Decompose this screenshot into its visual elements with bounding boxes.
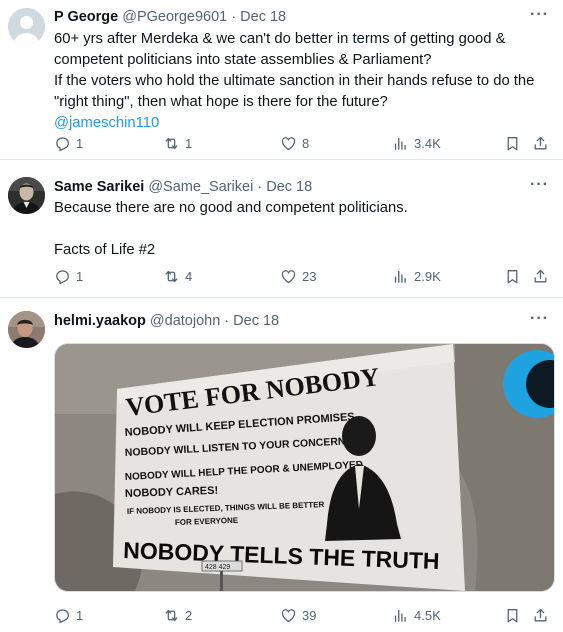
views-icon: [392, 135, 409, 152]
action-bar: 1 1 8 3.4K: [54, 135, 553, 155]
tweet[interactable]: Same Sarikei @Same_Sarikei · Dec 18 ··· …: [0, 160, 563, 298]
like-count: 23: [302, 269, 317, 284]
reply-icon: [54, 268, 71, 285]
more-icon[interactable]: ···: [530, 6, 549, 24]
tweet-text: Because there are no good and competent …: [54, 198, 553, 261]
tweet-header: P George @PGeorge9601 · Dec 18: [54, 8, 553, 26]
tweet-line: If the voters who hold the ultimate sanc…: [54, 73, 535, 89]
like-button[interactable]: 8: [280, 135, 309, 152]
tweet-date[interactable]: Dec 18: [240, 9, 286, 25]
tweet-date[interactable]: Dec 18: [233, 313, 279, 329]
bookmark-icon: [504, 607, 521, 624]
tweet-line: competent politicians into state assembl…: [54, 52, 432, 68]
bookmark-button[interactable]: [504, 268, 521, 285]
more-icon[interactable]: ···: [530, 310, 549, 328]
share-icon: [532, 135, 549, 152]
views-count: 2.9K: [414, 269, 441, 284]
avatar[interactable]: [8, 177, 45, 214]
like-icon: [280, 607, 297, 624]
author-handle[interactable]: @PGeorge9601: [122, 9, 227, 25]
action-bar: 1 2 39 4.5K: [54, 607, 553, 627]
share-button[interactable]: [532, 135, 549, 152]
retweet-count: 4: [185, 269, 193, 284]
tweet-text: 60+ yrs after Merdeka & we can't do bett…: [54, 29, 553, 134]
views-count: 4.5K: [414, 608, 441, 623]
views-icon: [392, 268, 409, 285]
author-handle[interactable]: @datojohn: [150, 313, 220, 329]
tweet-header: helmi.yaakop @datojohn · Dec 18: [54, 312, 553, 330]
bookmark-icon: [504, 268, 521, 285]
share-button[interactable]: [532, 268, 549, 285]
share-button[interactable]: [532, 607, 549, 624]
tweet-line: 60+ yrs after Merdeka & we can't do bett…: [54, 31, 506, 47]
tweet-date[interactable]: Dec 18: [266, 179, 312, 195]
bookmark-icon: [504, 135, 521, 152]
reply-count: 1: [76, 136, 84, 151]
retweet-icon: [163, 607, 180, 624]
vote-for-nobody-mural: VOTE FOR NOBODY NOBODY WILL KEEP ELECTIO…: [55, 344, 554, 591]
bookmark-button[interactable]: [504, 607, 521, 624]
author-name[interactable]: helmi.yaakop: [54, 313, 146, 329]
reply-icon: [54, 607, 71, 624]
views-icon: [392, 607, 409, 624]
like-count: 39: [302, 608, 317, 623]
author-handle[interactable]: @Same_Sarikei: [148, 179, 253, 195]
retweet-icon: [163, 135, 180, 152]
like-button[interactable]: 39: [280, 607, 316, 624]
reply-count: 1: [76, 608, 84, 623]
action-bar: 1 4 23 2.9K: [54, 268, 553, 288]
default-avatar-icon: [8, 8, 45, 45]
like-icon: [280, 268, 297, 285]
tweet-line: Because there are no good and competent …: [54, 200, 408, 216]
like-count: 8: [302, 136, 310, 151]
more-icon[interactable]: ···: [530, 176, 549, 194]
reply-button[interactable]: 1: [54, 607, 83, 624]
retweet-button[interactable]: 4: [163, 268, 192, 285]
like-icon: [280, 135, 297, 152]
mention-link[interactable]: @jameschin110: [54, 113, 553, 134]
reply-icon: [54, 135, 71, 152]
profile-photo: [8, 311, 45, 348]
author-name[interactable]: P George: [54, 9, 118, 25]
tweet-photo[interactable]: VOTE FOR NOBODY NOBODY WILL KEEP ELECTIO…: [54, 343, 555, 592]
like-button[interactable]: 23: [280, 268, 316, 285]
tweet[interactable]: helmi.yaakop @datojohn · Dec 18 ··· VOTE…: [0, 298, 563, 632]
tweet-header: Same Sarikei @Same_Sarikei · Dec 18: [54, 178, 553, 196]
bookmark-button[interactable]: [504, 135, 521, 152]
share-icon: [532, 268, 549, 285]
reply-count: 1: [76, 269, 84, 284]
tweet-line: "right thing", then what hope is there f…: [54, 94, 388, 110]
tweet[interactable]: P George @PGeorge9601 · Dec 18 ··· 60+ y…: [0, 0, 563, 160]
views-button[interactable]: 4.5K: [392, 607, 441, 624]
tweet-line: Facts of Life #2: [54, 242, 156, 258]
avatar[interactable]: [8, 311, 45, 348]
views-count: 3.4K: [414, 136, 441, 151]
retweet-count: 1: [185, 136, 193, 151]
retweet-button[interactable]: 1: [163, 135, 192, 152]
separator: ·: [231, 9, 237, 25]
author-name[interactable]: Same Sarikei: [54, 179, 144, 195]
avatar[interactable]: [8, 8, 45, 45]
retweet-icon: [163, 268, 180, 285]
reply-button[interactable]: 1: [54, 268, 83, 285]
profile-photo: [8, 177, 45, 214]
retweet-button[interactable]: 2: [163, 607, 192, 624]
tweet-line: [54, 219, 553, 240]
share-icon: [532, 607, 549, 624]
sign-number: 428 429: [205, 564, 230, 571]
reply-button[interactable]: 1: [54, 135, 83, 152]
views-button[interactable]: 3.4K: [392, 135, 441, 152]
separator: ·: [257, 179, 263, 195]
views-button[interactable]: 2.9K: [392, 268, 441, 285]
separator: ·: [224, 313, 230, 329]
retweet-count: 2: [185, 608, 193, 623]
